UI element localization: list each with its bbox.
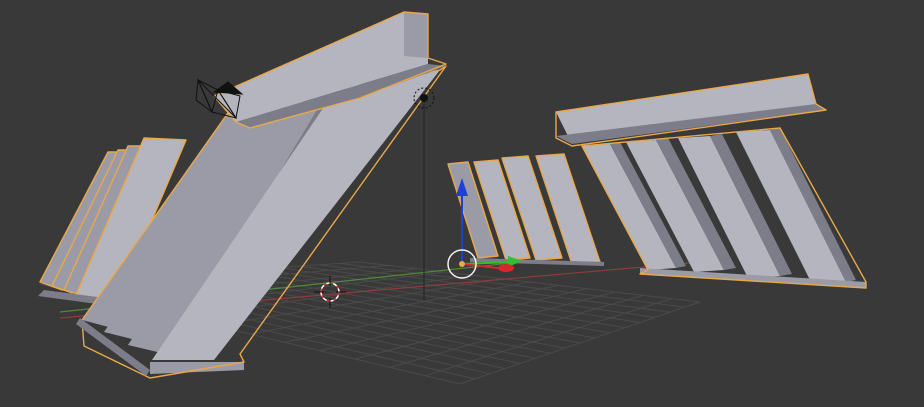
3d-viewport[interactable] [0, 0, 924, 407]
pillar-colonnade-right[interactable] [447, 73, 867, 289]
grid-line [239, 269, 611, 334]
3d-cursor-icon[interactable] [314, 276, 346, 308]
scene-canvas[interactable] [0, 0, 924, 407]
